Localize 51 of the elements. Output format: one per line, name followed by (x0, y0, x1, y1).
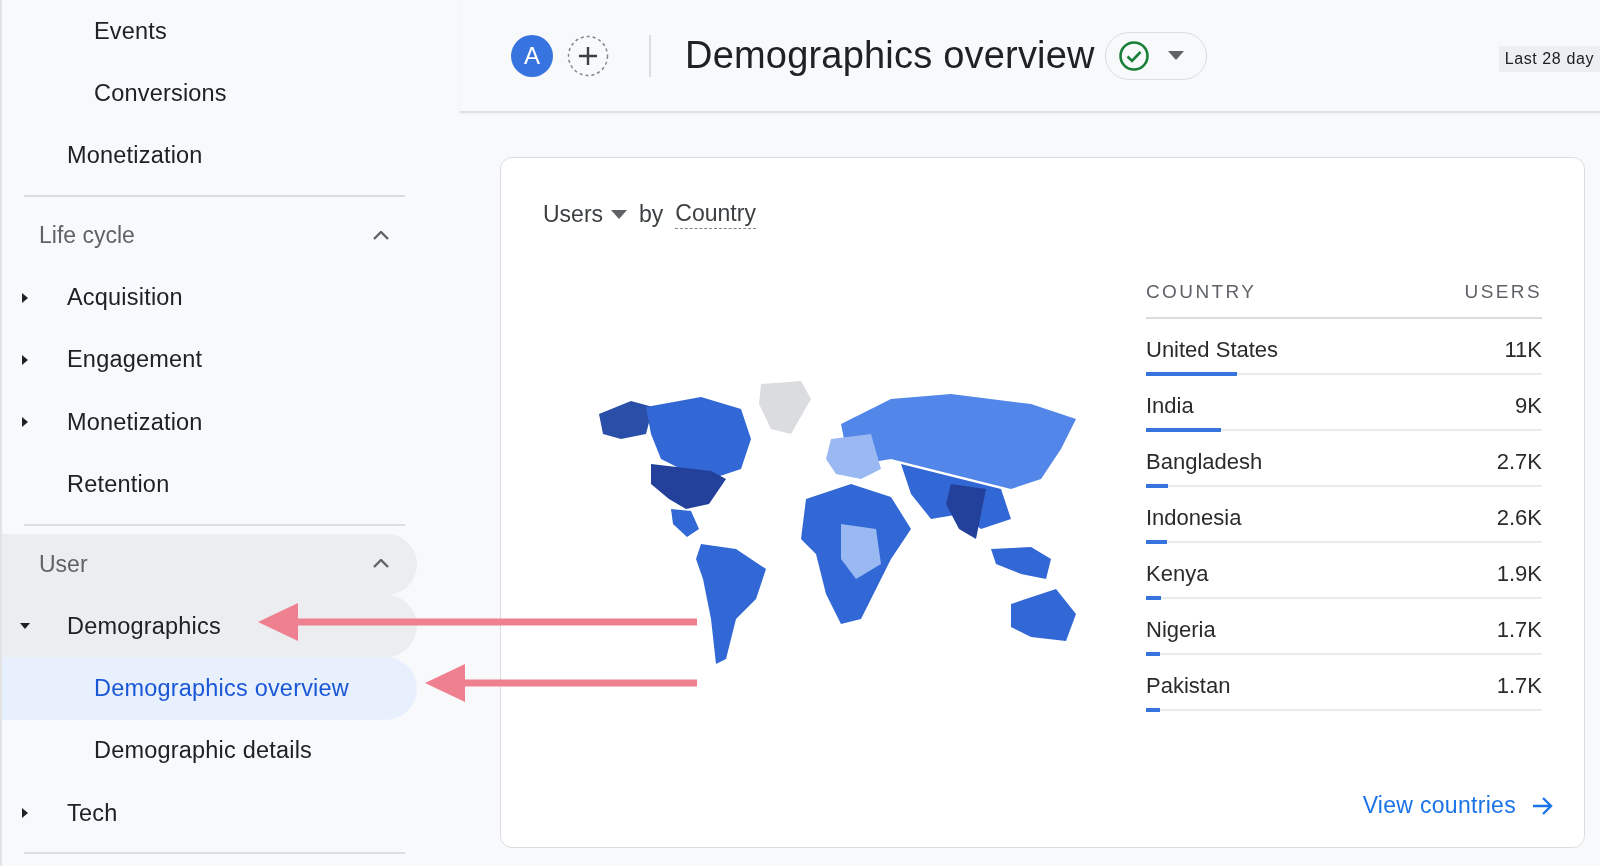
nav-label: Acquisition (67, 284, 183, 312)
nav-item[interactable]: Events (2, 0, 417, 63)
country-name: Indonesia (1146, 505, 1242, 531)
nav-item[interactable]: Retention (2, 453, 417, 516)
view-countries-link[interactable]: View countries (1362, 792, 1554, 819)
country-name: India (1146, 393, 1194, 419)
user-count: 1.7K (1496, 673, 1542, 699)
user-count: 11K (1504, 337, 1542, 363)
nav-subitem[interactable]: Demographics overview (2, 657, 417, 720)
date-range-button[interactable]: Last 28 day (1498, 46, 1600, 72)
section-header[interactable]: User (2, 533, 417, 596)
section-header[interactable]: Life cycle (2, 204, 417, 267)
column-header: COUNTRY (1146, 281, 1257, 303)
nav-label: Monetization (67, 408, 203, 436)
user-count: 2.6K (1496, 505, 1542, 531)
nav-item[interactable]: Monetization (2, 124, 417, 187)
chevron-up-icon (373, 230, 389, 241)
nav-subitem[interactable]: Demographic details (2, 719, 417, 782)
nav-label: Engagement (67, 346, 203, 374)
column-header: USERS (1464, 281, 1542, 303)
check-circle-icon (1117, 39, 1150, 72)
country-name: Kenya (1146, 561, 1209, 587)
user-count: 1.7K (1496, 617, 1542, 643)
caret-down-icon (611, 209, 628, 220)
nav-item[interactable]: Acquisition (2, 266, 417, 329)
nav-item[interactable]: Conversions (2, 62, 417, 125)
user-count: 2.7K (1496, 449, 1542, 475)
country-name: Pakistan (1146, 673, 1231, 699)
chevron-up-icon (373, 559, 389, 570)
nav-item[interactable]: Tech (2, 781, 417, 845)
nav-item[interactable]: Monetization (2, 391, 417, 454)
section-title: User (39, 550, 88, 578)
country-name: Nigeria (1146, 617, 1216, 643)
country-name: United States (1146, 337, 1279, 363)
country-name: Bangladesh (1146, 449, 1263, 475)
user-count: 1.9K (1496, 561, 1542, 587)
user-count: 9K (1515, 393, 1542, 419)
by-label: by (639, 201, 664, 228)
dimension-selector[interactable]: Country (675, 200, 756, 229)
nav-label: Demographics (67, 612, 221, 640)
nav-label: Retention (67, 470, 170, 498)
section-title: Life cycle (39, 222, 135, 250)
nav-label: Tech (67, 799, 118, 827)
arrow-right-icon (1532, 795, 1554, 816)
page-title: Demographics overview (685, 34, 1095, 77)
metric-dropdown[interactable]: Users (543, 201, 628, 228)
nav-item[interactable]: Engagement (2, 328, 417, 391)
caret-down-icon (1167, 50, 1184, 61)
nav-item[interactable]: Demographics (2, 595, 417, 658)
account-avatar[interactable]: A (511, 34, 553, 77)
add-comparison-icon[interactable] (567, 34, 609, 77)
